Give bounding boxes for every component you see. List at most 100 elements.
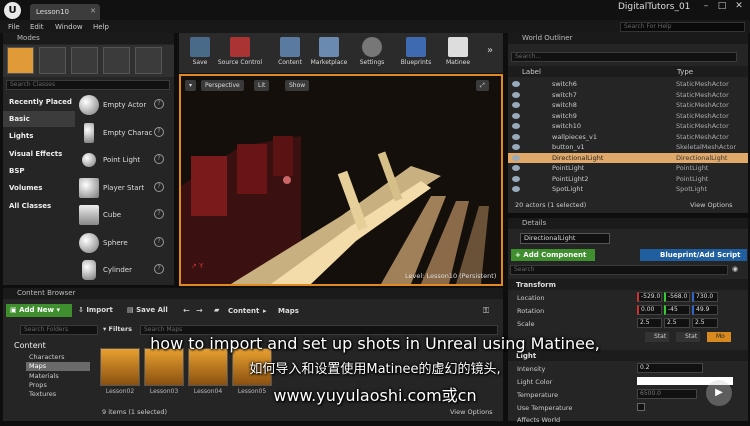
help-icon[interactable]: ? xyxy=(154,237,164,247)
visibility-eye-icon[interactable] xyxy=(512,91,520,98)
outliner-row[interactable]: PointLight PointLight xyxy=(508,163,748,174)
category-all-classes[interactable]: All Classes xyxy=(3,198,75,214)
outliner-row[interactable]: SpotLight SpotLight xyxy=(508,184,748,195)
menu-file[interactable]: File xyxy=(8,23,20,31)
visibility-eye-icon[interactable] xyxy=(512,81,520,87)
scale-x-field[interactable]: 2.5 xyxy=(637,318,662,328)
outliner-row[interactable]: PointLight2 PointLight xyxy=(508,174,748,185)
outliner-search-input[interactable]: Search... xyxy=(511,52,737,62)
add-new-button[interactable]: ▣ Add New ▾ xyxy=(6,304,72,317)
maximize-icon[interactable]: □ xyxy=(716,1,728,13)
marketplace-button[interactable]: Marketplace xyxy=(307,35,351,71)
outliner-row[interactable]: switch6 StaticMeshActor xyxy=(508,79,748,90)
lock-icon[interactable]: ⚿ xyxy=(483,306,489,316)
actor-point-light[interactable]: Point Light? xyxy=(77,148,167,174)
details-search-input[interactable]: Search xyxy=(510,265,728,275)
level-viewport[interactable]: ▾ Perspective Lit Show ⤢ Level: Lesson10… xyxy=(179,74,503,286)
category-recently-placed[interactable]: Recently Placed xyxy=(3,94,75,110)
back-icon[interactable]: ← xyxy=(183,306,190,315)
location-x-field[interactable]: -529.0 xyxy=(637,292,662,302)
place-mode-icon[interactable] xyxy=(7,47,34,74)
close-icon[interactable]: ✕ xyxy=(90,7,96,15)
level-tab[interactable]: Lesson10 ✕ xyxy=(30,4,100,20)
col-label[interactable]: Label xyxy=(522,68,541,76)
actor-sphere[interactable]: Sphere? xyxy=(77,231,167,257)
toolbar-overflow-icon[interactable]: » xyxy=(487,45,493,56)
foliage-mode-icon[interactable] xyxy=(103,47,130,74)
actor-name-input[interactable]: DirectionalLight xyxy=(520,233,610,244)
actor-cylinder[interactable]: Cylinder? xyxy=(77,258,167,284)
save-button[interactable]: Save xyxy=(181,35,219,71)
outliner-row[interactable]: button_v1 SkeletalMeshActor xyxy=(508,142,748,153)
visibility-eye-icon[interactable] xyxy=(512,133,520,140)
menu-help[interactable]: Help xyxy=(93,23,109,31)
col-type[interactable]: Type xyxy=(677,68,693,76)
path-maps[interactable]: Maps xyxy=(278,307,299,315)
outliner-view-options[interactable]: View Options xyxy=(690,201,733,209)
landscape-mode-icon[interactable] xyxy=(71,47,98,74)
outliner-row[interactable]: switch9 StaticMeshActor xyxy=(508,111,748,122)
import-button[interactable]: ⇩ Import xyxy=(78,306,113,314)
rotation-z-field[interactable]: 49.9 xyxy=(692,305,718,315)
visibility-eye-icon[interactable] xyxy=(512,154,520,161)
forward-icon[interactable]: → xyxy=(196,306,203,315)
help-icon[interactable]: ? xyxy=(154,127,164,137)
actor-empty-actor[interactable]: Empty Actor? xyxy=(77,93,167,119)
actor-empty-character[interactable]: Empty Charac? xyxy=(77,121,167,147)
visibility-eye-icon[interactable] xyxy=(512,186,520,192)
help-icon[interactable]: ? xyxy=(154,182,164,192)
outliner-row[interactable]: switch10 StaticMeshActor xyxy=(508,121,748,132)
outliner-row[interactable]: switch8 StaticMeshActor xyxy=(508,100,748,111)
lit-button[interactable]: Lit xyxy=(254,80,270,91)
minimize-icon[interactable]: – xyxy=(700,1,712,13)
actor-cube[interactable]: Cube? xyxy=(77,203,167,229)
location-z-field[interactable]: 730.0 xyxy=(692,292,718,302)
matinee-button[interactable]: Matinee xyxy=(439,35,477,71)
eye-icon[interactable]: ◉ xyxy=(732,265,738,273)
show-button[interactable]: Show xyxy=(285,80,310,91)
help-search-input[interactable]: Search For Help xyxy=(620,22,745,32)
category-bsp[interactable]: BSP xyxy=(3,163,75,179)
help-icon[interactable]: ? xyxy=(154,99,164,109)
category-basic[interactable]: Basic xyxy=(3,111,75,127)
visibility-eye-icon[interactable] xyxy=(512,175,520,182)
rotation-x-field[interactable]: 0.00 xyxy=(637,305,662,315)
category-volumes[interactable]: Volumes xyxy=(3,180,75,196)
menu-edit[interactable]: Edit xyxy=(30,23,44,31)
paint-mode-icon[interactable] xyxy=(39,47,66,74)
category-lights[interactable]: Lights xyxy=(3,128,75,144)
outliner-row[interactable]: DirectionalLight DirectionalLight xyxy=(508,152,748,163)
search-classes-input[interactable]: Search Classes xyxy=(6,80,170,90)
path-content[interactable]: Content xyxy=(228,307,259,315)
visibility-eye-icon[interactable] xyxy=(512,144,520,150)
maximize-viewport-icon[interactable]: ⤢ xyxy=(476,80,489,91)
perspective-button[interactable]: Perspective xyxy=(201,80,244,91)
viewport-options-icon[interactable]: ▾ xyxy=(185,80,197,91)
menu-window[interactable]: Window xyxy=(55,23,83,31)
visibility-eye-icon[interactable] xyxy=(512,165,520,171)
actor-player-start[interactable]: Player Start? xyxy=(77,176,167,202)
visibility-eye-icon[interactable] xyxy=(512,123,520,129)
visibility-eye-icon[interactable] xyxy=(512,112,520,119)
content-button[interactable]: Content xyxy=(271,35,309,71)
blueprints-button[interactable]: Blueprints xyxy=(395,35,437,71)
content-view-options[interactable]: View Options xyxy=(450,408,493,416)
help-icon[interactable]: ? xyxy=(154,264,164,274)
outliner-row[interactable]: wallpieces_v1 StaticMeshActor xyxy=(508,132,748,143)
help-icon[interactable]: ? xyxy=(154,154,164,164)
blueprint-add-script-button[interactable]: Blueprint/Add Script xyxy=(640,249,747,261)
add-component-button[interactable]: + Add Component xyxy=(511,249,595,261)
settings-button[interactable]: Settings xyxy=(353,35,391,71)
scale-y-field[interactable]: 2.5 xyxy=(664,318,690,328)
visibility-eye-icon[interactable] xyxy=(512,102,520,108)
category-visual-effects[interactable]: Visual Effects xyxy=(3,146,75,162)
source-control-button[interactable]: Source Control xyxy=(215,35,265,71)
help-icon[interactable]: ? xyxy=(154,209,164,219)
close-window-icon[interactable]: ✕ xyxy=(733,1,745,13)
save-all-button[interactable]: ▤ Save All xyxy=(127,306,168,314)
rotation-y-field[interactable]: -45 xyxy=(664,305,690,315)
geometry-mode-icon[interactable] xyxy=(135,47,162,74)
outliner-row[interactable]: switch7 StaticMeshActor xyxy=(508,90,748,101)
location-y-field[interactable]: -568.0 xyxy=(664,292,690,302)
scale-z-field[interactable]: 2.5 xyxy=(692,318,718,328)
